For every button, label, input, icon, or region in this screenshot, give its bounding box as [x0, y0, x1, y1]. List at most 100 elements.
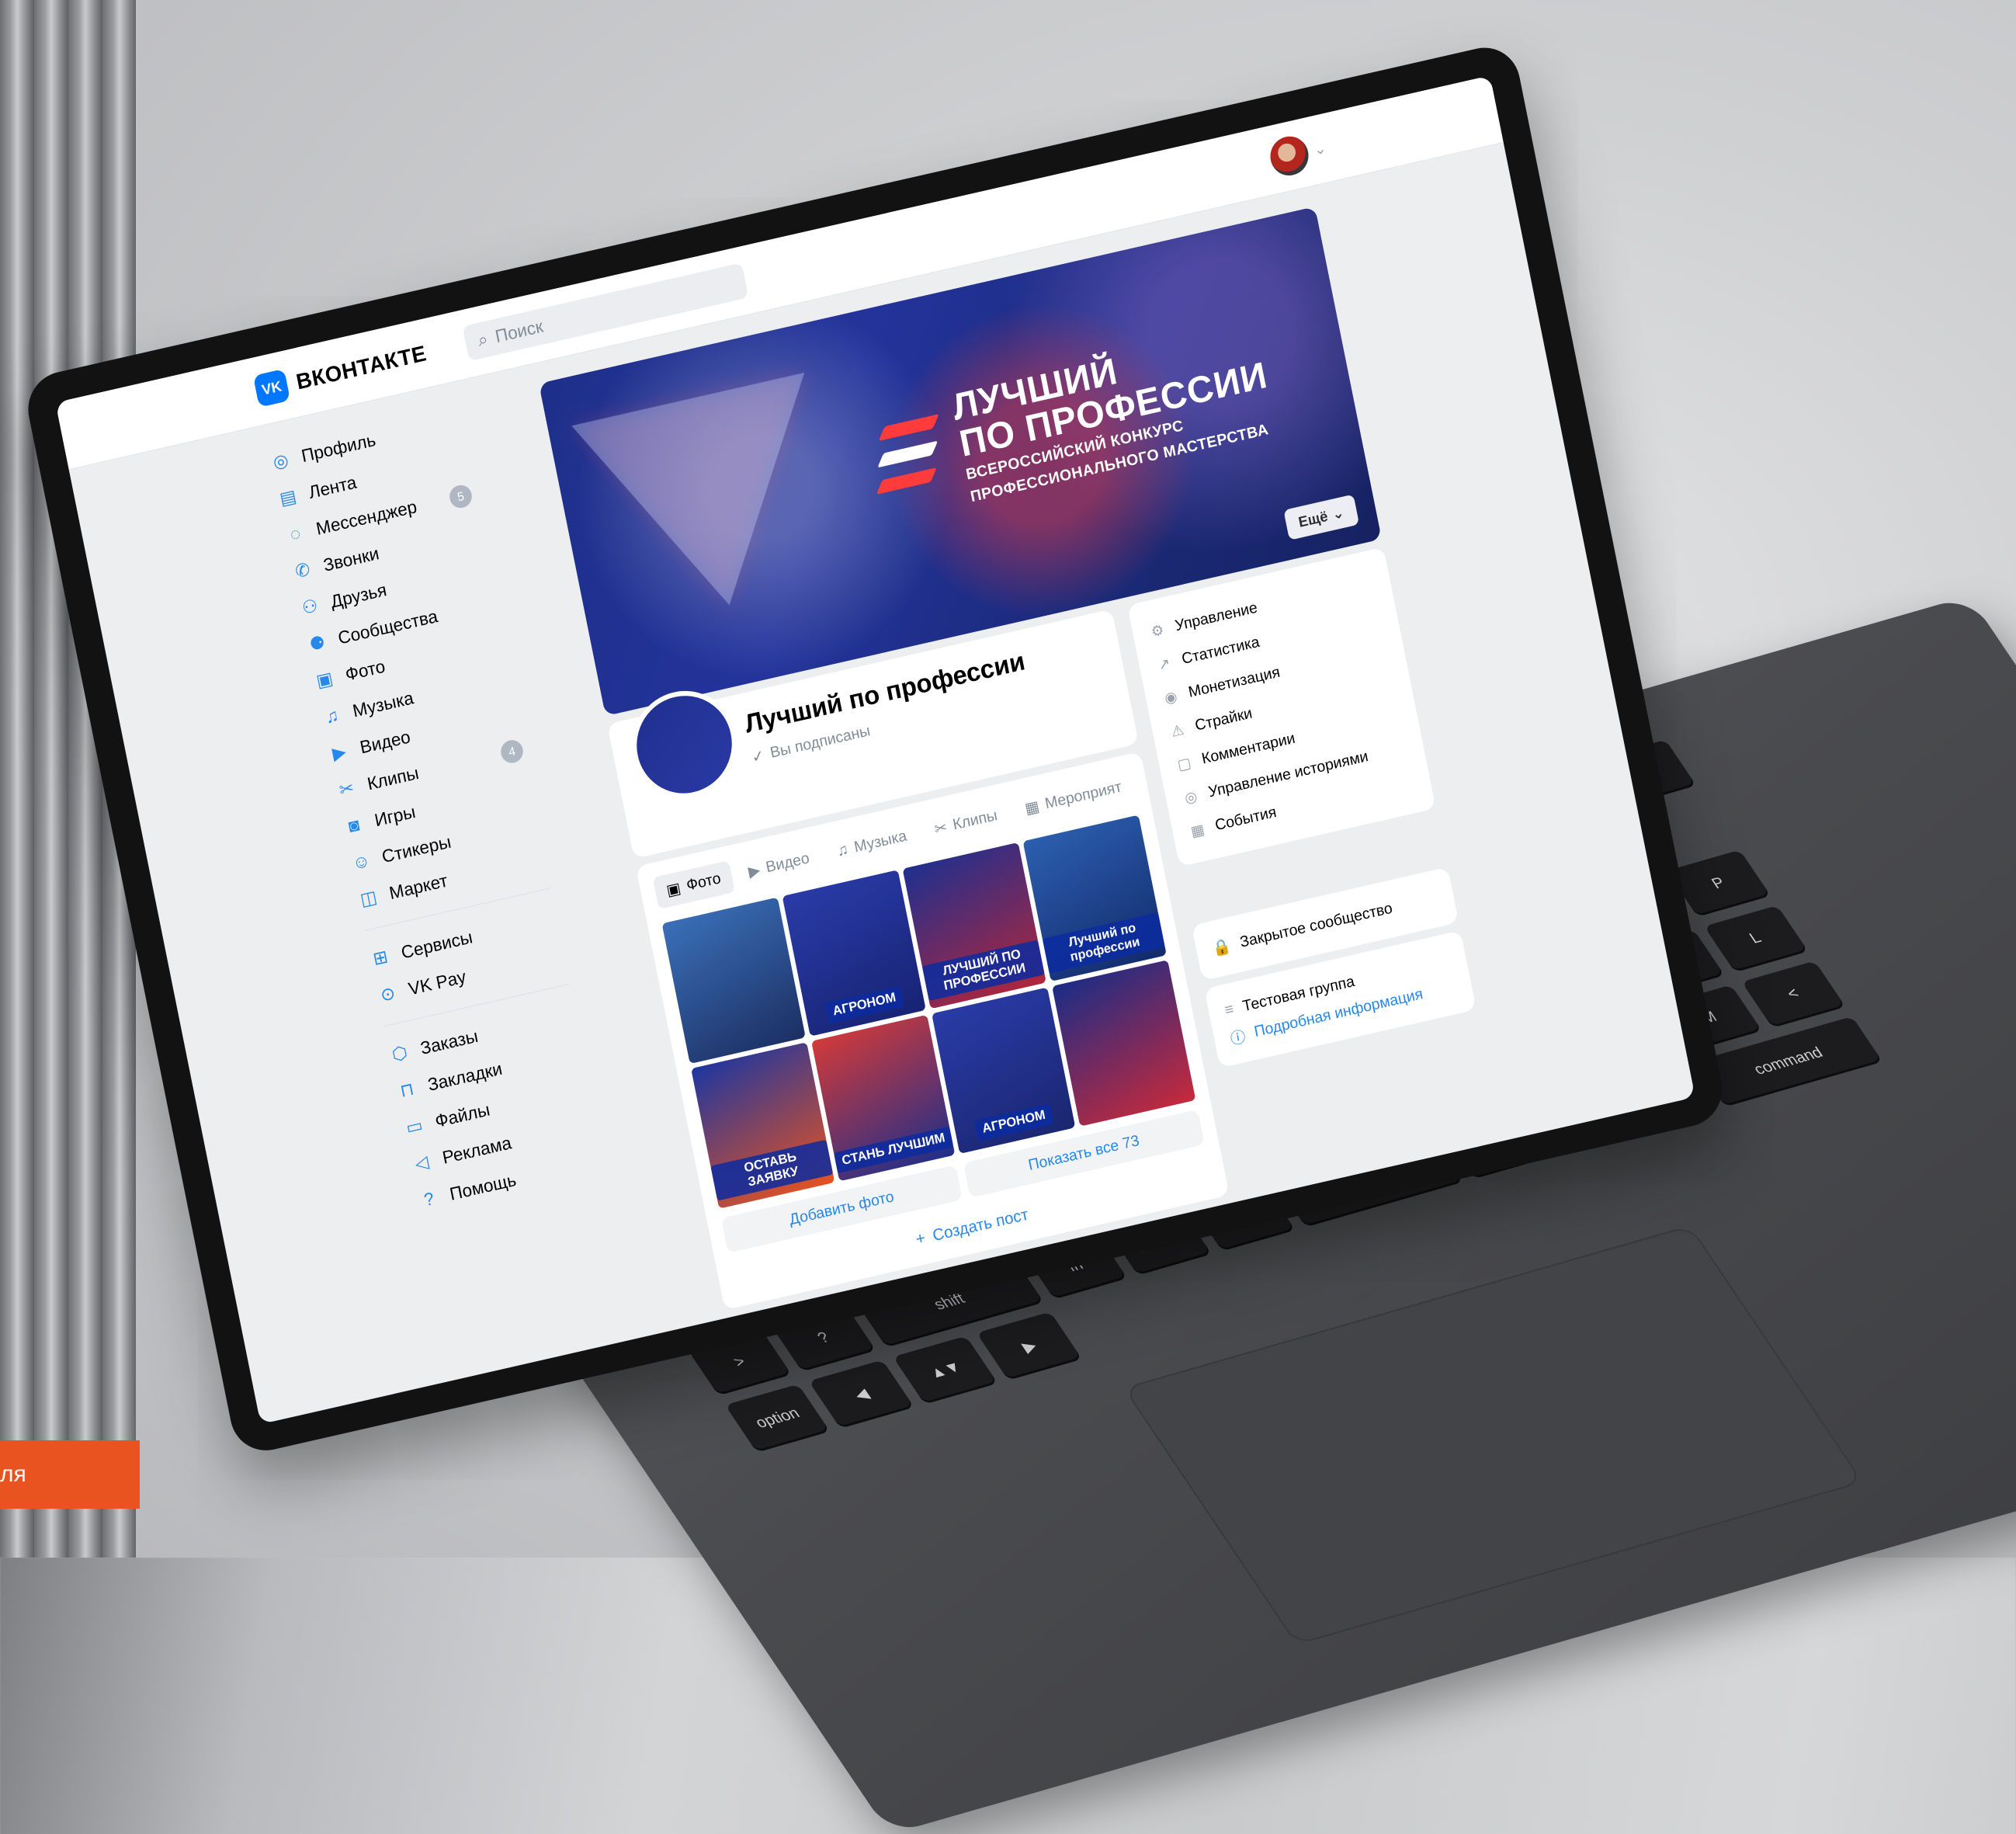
cover-text: ЛУЧШИЙ ПО ПРОФЕССИИ ВСЕРОССИЙСКИЙ КОНКУР… [949, 319, 1279, 506]
user-menu[interactable]: ⌄ [1266, 129, 1330, 179]
vk-logo[interactable]: VK ВКОНТАКТЕ [252, 337, 429, 408]
keyboard-key[interactable]: ▲▼ [893, 1336, 998, 1405]
tab-label: Видео [764, 849, 811, 877]
phone-icon: ✆ [293, 558, 312, 582]
sidebar-item-label: Фото [343, 655, 387, 685]
coin-icon: ◉ [1163, 687, 1179, 707]
sidebar-item-label: Помощь [448, 1169, 519, 1204]
sidebar-item-label: Звонки [321, 543, 381, 576]
photo-tile[interactable]: Лучший по профессии [1022, 815, 1167, 982]
admin-menu-card: ⚙ Управление ↗ Статистика ◉ Монетизация ⚠ Страй… [1127, 547, 1436, 867]
photo-tile[interactable]: АГРОНОМ [932, 987, 1076, 1155]
sidebar-item-label: Клипы [365, 762, 421, 794]
photo-caption: ОСТАВЬ ЗАЯВКУ [710, 1139, 834, 1201]
photo-tile[interactable]: ЛУЧШИЙ ПО ПРОФЕССИИ [902, 842, 1046, 1009]
more-button[interactable]: Ещё ⌄ [1283, 494, 1360, 540]
photo-tile[interactable]: АГРОНОМ [782, 870, 926, 1037]
communities-icon: ⚈ [307, 631, 328, 655]
user-circle-icon: ◎ [271, 449, 290, 473]
bookmark-icon: ⊓ [398, 1078, 416, 1102]
closed-community-label: Закрытое сообщество [1238, 899, 1394, 952]
vkpay-icon: ⊙ [378, 982, 397, 1006]
photo-icon: ▣ [664, 879, 682, 900]
info-icon: ⓘ [1229, 1028, 1247, 1048]
photo-tile[interactable] [1052, 960, 1196, 1127]
photo-caption: АГРОНОМ [974, 1103, 1054, 1141]
tab-media-2[interactable]: ♫ Музыка [823, 818, 921, 870]
box-icon: ⬡ [390, 1041, 410, 1065]
tab-media-0[interactable]: ▣ Фото [652, 860, 735, 910]
cover-triangle-graphic [571, 372, 846, 632]
brand-mark-icon [871, 408, 951, 509]
photo-caption: СТАНЬ ЛУЧШИМ [834, 1126, 953, 1174]
sidebar-item-label: Музыка [350, 687, 415, 721]
lock-icon: 🔒 [1211, 937, 1234, 959]
avatar [1266, 132, 1312, 179]
music-icon: ♫ [835, 841, 850, 860]
admin-menu-label: Страйки [1193, 704, 1254, 735]
photo-tile[interactable]: СТАНЬ ЛУЧШИМ [811, 1014, 956, 1182]
help-icon: ? [422, 1188, 436, 1211]
video-icon: ▶ [330, 741, 348, 764]
corner-tag: ля [0, 1440, 140, 1509]
photo-tile[interactable] [661, 897, 806, 1065]
tab-label: Музыка [852, 827, 909, 856]
friends-icon: ⚇ [300, 595, 320, 619]
counter-badge: 5 [447, 483, 474, 510]
sidebar-item-label: Маркет [387, 870, 449, 904]
market-icon: ◫ [358, 886, 379, 910]
file-icon: ▭ [404, 1114, 425, 1138]
photo-caption: АГРОНОМ [824, 985, 904, 1024]
check-icon: ✓ [750, 747, 766, 767]
admin-menu-label: События [1213, 804, 1279, 835]
keyboard-key[interactable]: ▶ [977, 1311, 1082, 1381]
megaphone-icon: ◁ [413, 1151, 431, 1175]
clips-icon: ✂ [932, 818, 949, 839]
tab-media-4[interactable]: ▦ Мероприят [1011, 769, 1136, 827]
video-icon: ▶ [747, 861, 762, 881]
laptop: escF1F2F3F4F5F6F7F8F9F10F11F12~123456789… [0, 0, 2016, 1834]
chevron-down-icon: ⌄ [1312, 139, 1327, 158]
message-icon: ◌ [288, 523, 303, 545]
list-icon: ≡ [1223, 1000, 1236, 1019]
sidebar-item-label: Видео [358, 726, 412, 758]
plus-icon: + [914, 1228, 927, 1249]
vk-logo-text: ВКОНТАКТЕ [293, 340, 429, 394]
tab-media-3[interactable]: ✂ Клипы [921, 797, 1011, 849]
clips-icon: ✂ [337, 777, 356, 801]
create-post-label: Создать пост [931, 1205, 1030, 1245]
gamepad-icon: ◙ [346, 814, 362, 837]
search-icon: ⌕ [476, 328, 490, 351]
chevron-down-icon: ⌄ [1330, 503, 1346, 523]
tab-label: Клипы [951, 807, 999, 834]
cover-brand: ЛУЧШИЙ ПО ПРОФЕССИИ ВСЕРОССИЙСКИЙ КОНКУР… [869, 319, 1279, 525]
tab-media-1[interactable]: ▶ Видео [734, 840, 823, 891]
sidebar-item-label: VK Pay [406, 966, 468, 999]
gear-icon: ⚙ [1149, 620, 1166, 640]
sidebar-item-label: Заказы [418, 1025, 480, 1059]
services-icon: ⊞ [371, 946, 390, 970]
photo-tile[interactable]: ОСТАВЬ ЗАЯВКУ [691, 1042, 835, 1209]
keyboard-key[interactable]: option [725, 1384, 831, 1453]
sidebar-item-label: Друзья [328, 579, 389, 612]
stories-icon: ◎ [1183, 787, 1199, 807]
comment-icon: ▢ [1175, 754, 1192, 773]
feed-icon: ▤ [278, 485, 298, 509]
counter-badge: 4 [498, 738, 526, 766]
sticker-icon: ☺ [350, 849, 373, 874]
calendar-icon: ▦ [1189, 820, 1206, 840]
more-button-label: Ещё [1296, 507, 1330, 530]
vk-logo-icon: VK [252, 368, 291, 408]
tab-label: Фото [685, 870, 723, 894]
music-icon: ♫ [323, 704, 341, 728]
search-placeholder: Поиск [493, 315, 545, 347]
calendar-icon: ▦ [1023, 797, 1041, 818]
sidebar-item-label: Лента [307, 471, 359, 503]
stats-icon: ↗ [1156, 654, 1172, 673]
tab-label: Мероприят [1043, 778, 1123, 813]
warning-icon: ⚠ [1169, 721, 1185, 740]
keyboard-key[interactable]: ◀ [809, 1360, 914, 1429]
keyboard-key[interactable]: L [1703, 905, 1809, 973]
sidebar-item-label: Файлы [433, 1099, 492, 1132]
keyboard-key[interactable]: < [1740, 960, 1846, 1028]
